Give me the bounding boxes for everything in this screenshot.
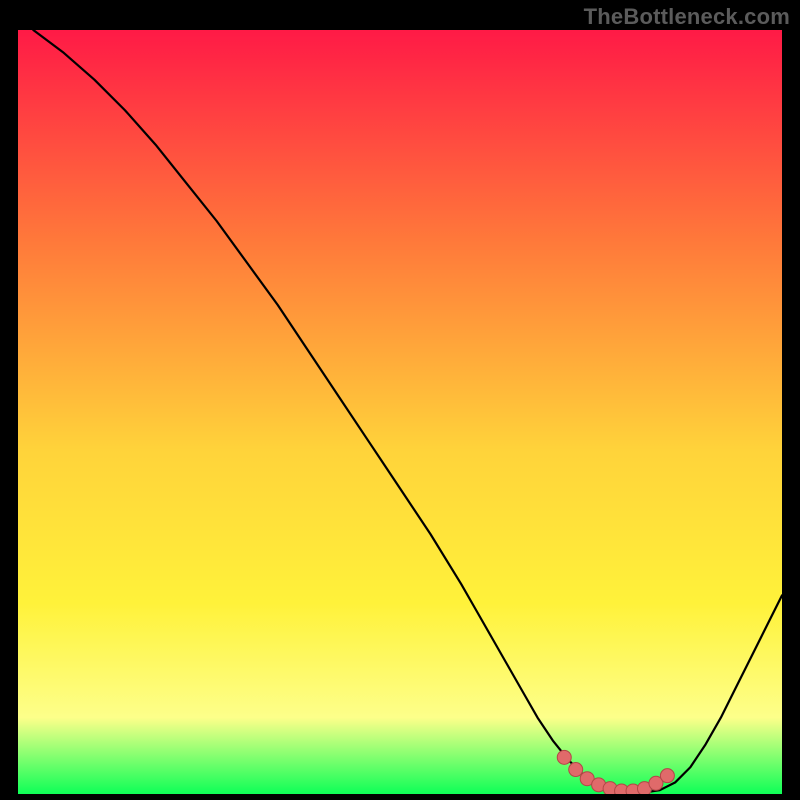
optimal-marker [569, 763, 583, 777]
bottleneck-chart [18, 30, 782, 794]
attribution-label: TheBottleneck.com [584, 4, 790, 30]
optimal-marker [660, 769, 674, 783]
chart-stage: TheBottleneck.com [0, 0, 800, 800]
optimal-marker [557, 750, 571, 764]
plot-background [18, 30, 782, 794]
